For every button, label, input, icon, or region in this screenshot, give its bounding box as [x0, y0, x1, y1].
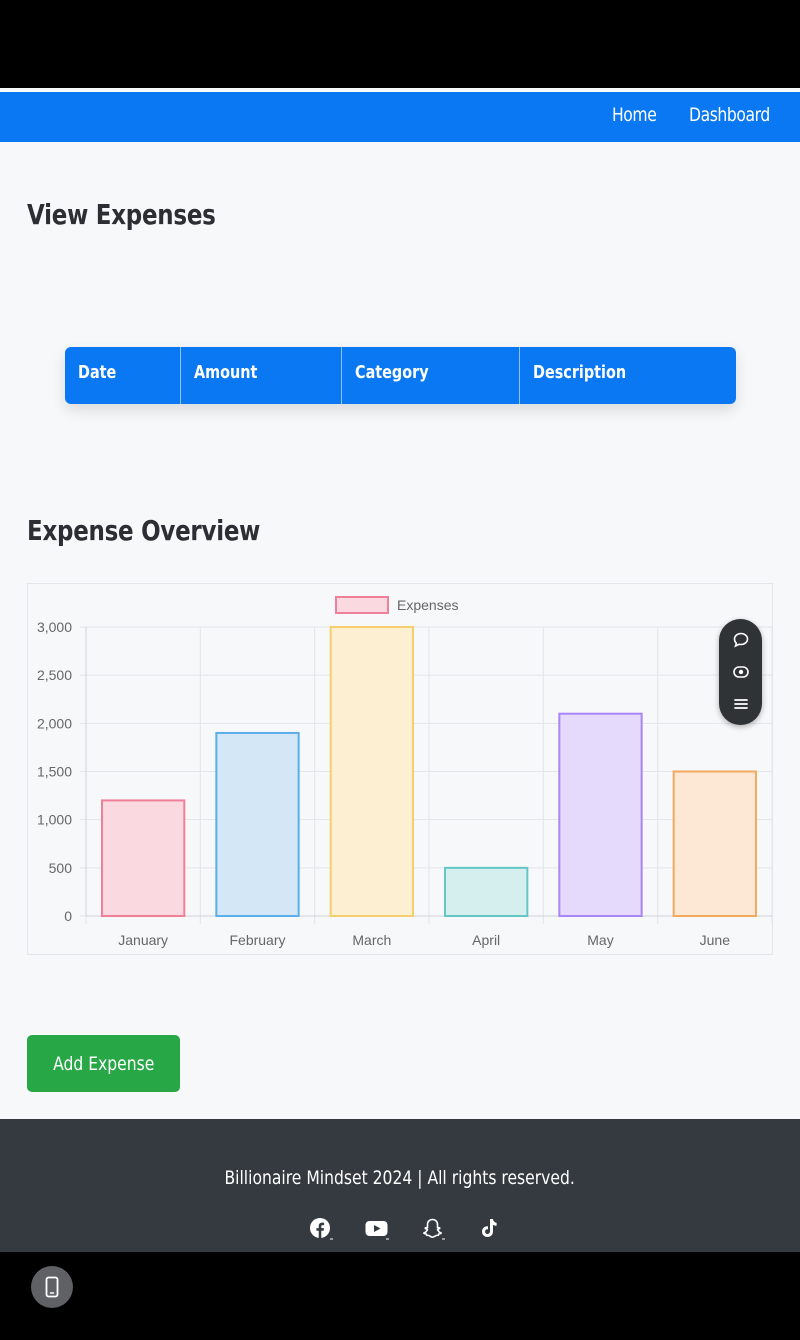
- bar-february: [215, 731, 300, 917]
- tiktok-icon[interactable]: [476, 1216, 502, 1242]
- expense-overview-heading: Expense Overview: [27, 514, 261, 547]
- phone-screen-icon[interactable]: [31, 1266, 73, 1308]
- system-navigation-bar: [0, 1252, 800, 1340]
- snapchat-icon[interactable]: [420, 1216, 446, 1242]
- youtube-icon[interactable]: [364, 1216, 390, 1242]
- x-tick-label: May: [587, 932, 613, 948]
- bar-january: [101, 799, 186, 917]
- expense-chart: 0 500 1,000 1,500 2,000 2,500 3,000 January Febr…: [27, 583, 773, 955]
- column-label: Description: [533, 362, 627, 383]
- y-tick-label: 2,500: [37, 667, 72, 683]
- column-label: Date: [78, 362, 117, 383]
- bar-chart-svg: 0 500 1,000 1,500 2,000 2,500 3,000 January Febr…: [37, 596, 773, 948]
- x-tick-label: February: [229, 932, 285, 948]
- bar-may: [558, 712, 643, 917]
- column-header-category[interactable]: Category: [342, 347, 520, 404]
- column-header-amount[interactable]: Amount: [181, 347, 342, 404]
- y-tick-label: 3,000: [37, 619, 72, 635]
- x-tick-label: April: [472, 932, 500, 948]
- x-tick-label: March: [352, 932, 391, 948]
- facebook-icon[interactable]: [308, 1216, 334, 1242]
- nav-dashboard-link[interactable]: Dashboard: [689, 92, 770, 143]
- y-tick-label: 1,500: [37, 764, 72, 780]
- column-label: Category: [355, 362, 429, 383]
- view-expenses-heading: View Expenses: [27, 198, 216, 231]
- x-tick-label: June: [700, 932, 731, 948]
- social-links: [308, 1216, 502, 1242]
- footer: Billionaire Mindset 2024 | All rights re…: [0, 1119, 800, 1252]
- bar-june: [672, 770, 757, 917]
- footer-copyright: Billionaire Mindset 2024 | All rights re…: [0, 1167, 800, 1189]
- bar-march: [329, 626, 414, 917]
- legend-label: Expenses: [397, 597, 458, 613]
- column-label: Amount: [194, 362, 258, 383]
- y-tick-label: 0: [64, 908, 72, 924]
- footer-copyright-text: Billionaire Mindset 2024 | All rights re…: [224, 1167, 576, 1189]
- y-tick-label: 1,000: [37, 812, 72, 828]
- bar-april: [444, 866, 529, 918]
- expenses-table-header: Date Amount Category Description: [65, 347, 736, 404]
- column-header-description[interactable]: Description: [520, 347, 736, 404]
- status-bar-area: [0, 0, 800, 88]
- navbar: Home Dashboard: [0, 91, 800, 142]
- comment-icon[interactable]: [719, 627, 762, 653]
- eye-icon[interactable]: [719, 659, 762, 685]
- menu-icon[interactable]: [719, 691, 762, 717]
- add-expense-button[interactable]: Add Expense: [27, 1035, 180, 1092]
- nav-home-link[interactable]: Home: [612, 92, 657, 143]
- page: Home Dashboard View Expenses Date Amount…: [0, 88, 800, 1252]
- y-tick-label: 2,000: [37, 715, 72, 731]
- floating-action-panel: [719, 619, 762, 725]
- x-tick-label: January: [118, 932, 168, 948]
- legend-swatch: [335, 596, 389, 614]
- add-expense-label: Add Expense: [52, 1052, 155, 1075]
- y-tick-label: 500: [49, 860, 73, 876]
- column-header-date[interactable]: Date: [65, 347, 181, 404]
